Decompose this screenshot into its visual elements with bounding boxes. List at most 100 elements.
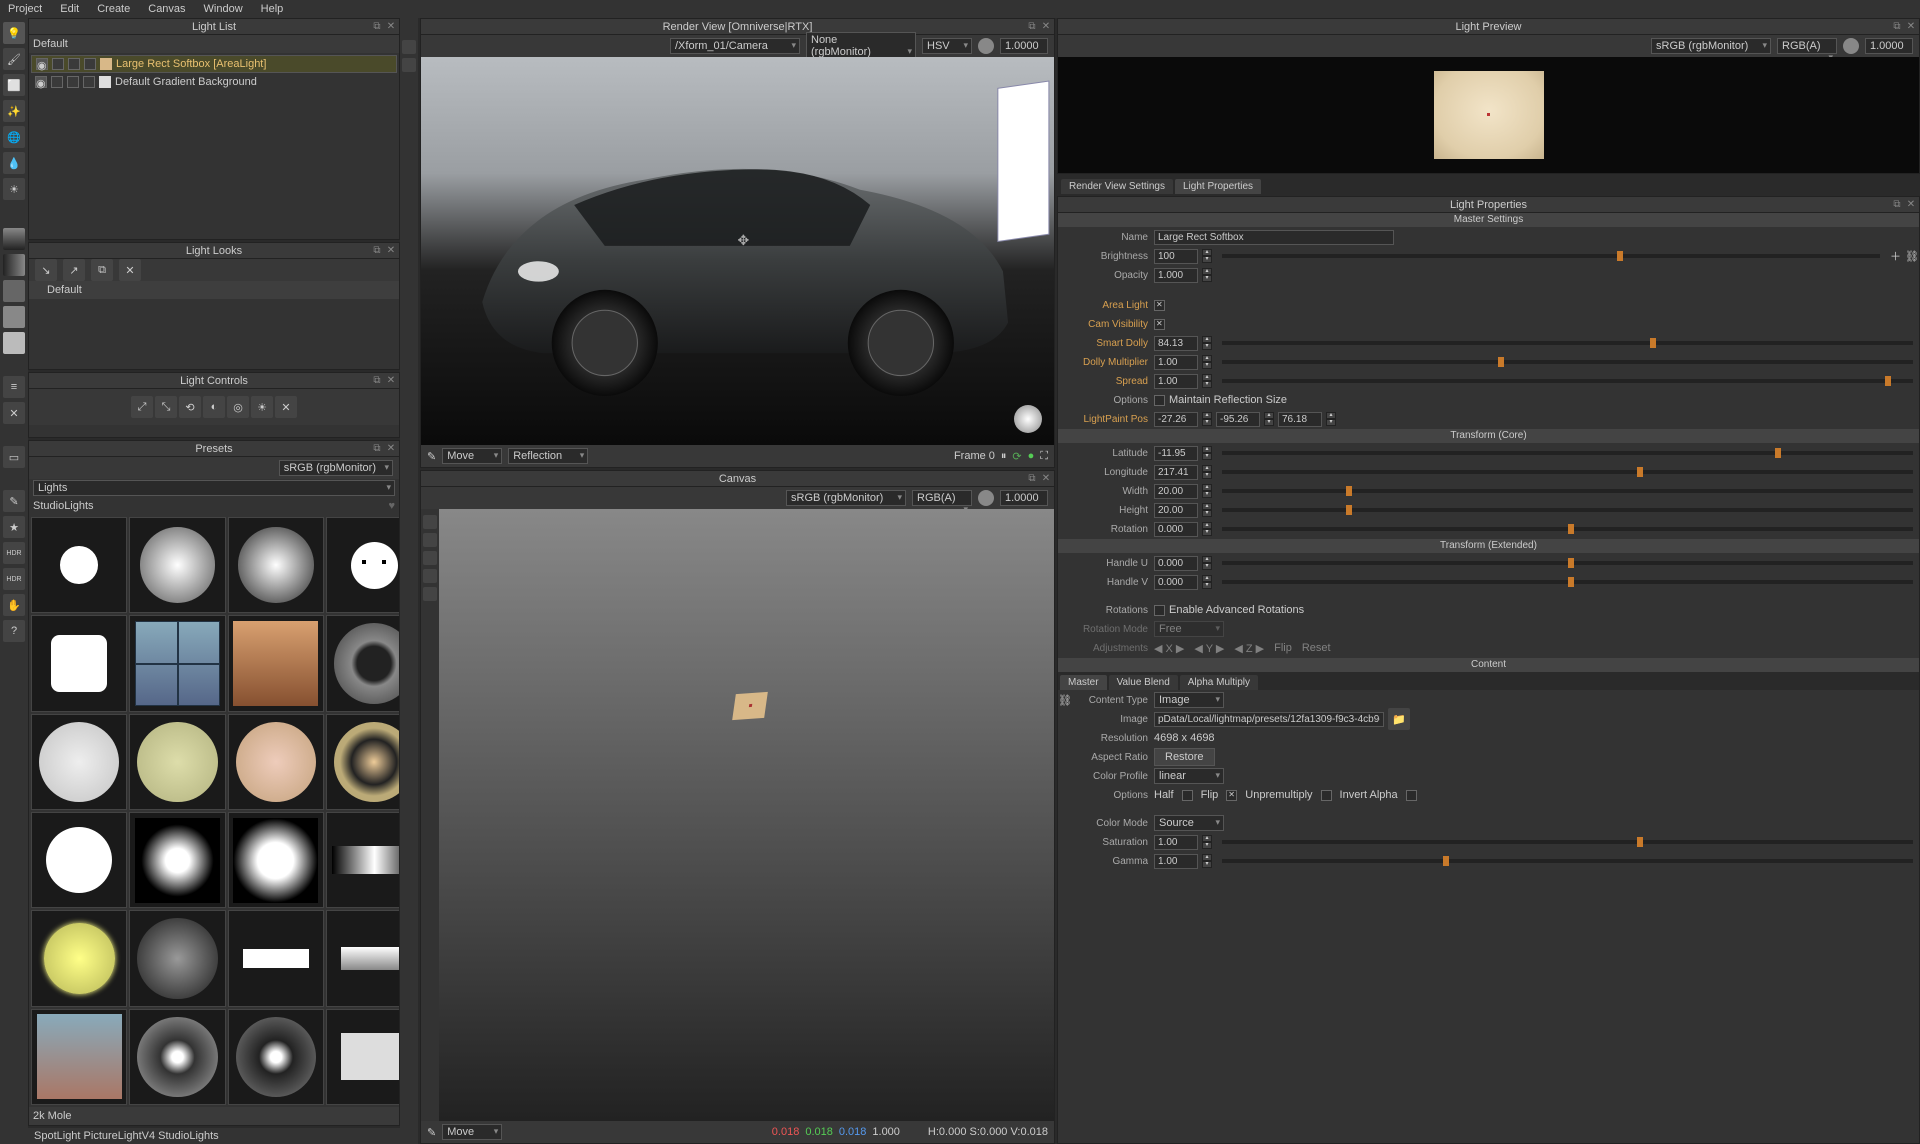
spinner[interactable]: ▴▾ <box>1202 575 1212 589</box>
tool-eyedrop-icon[interactable]: ✎ <box>427 450 436 463</box>
tool-grad2-icon[interactable] <box>3 254 25 276</box>
sat-slider[interactable] <box>1222 840 1913 844</box>
undock-icon[interactable]: ⧉ <box>1891 21 1903 33</box>
undock-icon[interactable]: ⧉ <box>1891 199 1903 211</box>
record-icon[interactable]: ● <box>1028 450 1035 462</box>
brightness-field[interactable] <box>1154 249 1198 264</box>
tab-master[interactable]: Master <box>1060 675 1107 690</box>
half-checkbox[interactable] <box>1182 790 1193 801</box>
vp-pointer-icon[interactable] <box>402 58 416 72</box>
preset-cat-label[interactable]: StudioLights <box>33 500 94 512</box>
opacity-field[interactable] <box>1154 268 1198 283</box>
preset-thumb[interactable] <box>31 910 127 1006</box>
spinner[interactable]: ▴▾ <box>1326 412 1336 426</box>
tab-valueblend[interactable]: Value Blend <box>1109 675 1178 690</box>
preset-thumb[interactable] <box>129 517 225 613</box>
advrot-checkbox[interactable] <box>1154 605 1165 616</box>
preset-thumb[interactable] <box>129 812 225 908</box>
aperture-icon[interactable] <box>1843 38 1859 54</box>
preset-thumb[interactable] <box>31 615 127 711</box>
cv-grid-icon[interactable] <box>423 587 437 601</box>
vp-brush-icon[interactable] <box>402 40 416 54</box>
expand-icon[interactable]: ⛶ <box>1040 450 1048 463</box>
refresh-icon[interactable]: ⟳ <box>1012 450 1021 463</box>
preset-thumb[interactable] <box>129 714 225 810</box>
aperture-icon[interactable] <box>978 490 994 506</box>
preset-thumb[interactable] <box>31 517 127 613</box>
undock-icon[interactable]: ⧉ <box>371 21 383 33</box>
light-list-item[interactable]: ◉ Default Gradient Background <box>31 73 397 91</box>
looks-delete-icon[interactable]: ✕ <box>119 259 141 281</box>
tool-hand-icon[interactable]: ✋ <box>3 594 25 616</box>
render-viewport[interactable]: ✥ <box>421 57 1054 445</box>
looks-remove-icon[interactable]: ↗ <box>63 259 85 281</box>
spinner[interactable]: ▴▾ <box>1202 412 1212 426</box>
preset-thumb[interactable] <box>326 714 399 810</box>
spinner[interactable]: ▴▾ <box>1202 556 1212 570</box>
tool-eyedrop-icon[interactable]: ✎ <box>427 1126 436 1139</box>
tool-help-icon[interactable]: ? <box>3 620 25 642</box>
tool-hdr2-icon[interactable]: HDR <box>3 568 25 590</box>
preset-thumb[interactable] <box>326 910 399 1006</box>
section-transform-ext[interactable]: Transform (Extended) <box>1058 539 1919 553</box>
preset-thumb[interactable] <box>228 714 324 810</box>
lock-icon[interactable] <box>68 58 80 70</box>
aperture-icon[interactable] <box>978 38 994 54</box>
gamma-field[interactable] <box>1154 854 1198 869</box>
tool-star-icon[interactable]: ★ <box>3 516 25 538</box>
close-icon[interactable]: ✕ <box>385 21 397 33</box>
tool-lights-icon[interactable]: 💡 <box>3 22 25 44</box>
undock-icon[interactable]: ⧉ <box>1026 21 1038 33</box>
looks-copy-icon[interactable]: ⧉ <box>91 259 113 281</box>
preview-exposure-field[interactable]: 1.0000 <box>1865 38 1913 54</box>
paintpos-x[interactable] <box>1154 412 1198 427</box>
spinner[interactable]: ▴▾ <box>1202 355 1212 369</box>
sat-field[interactable] <box>1154 835 1198 850</box>
canvas-exposure-field[interactable]: 1.0000 <box>1000 490 1048 506</box>
link-icon[interactable]: ⛓ <box>1905 250 1919 263</box>
canvas-light-rect[interactable] <box>732 691 768 719</box>
spinner[interactable]: ▴▾ <box>1202 374 1212 388</box>
add-icon[interactable]: ＋ <box>1890 248 1901 264</box>
spread-slider[interactable] <box>1222 379 1913 383</box>
spinner[interactable]: ▴▾ <box>1202 835 1212 849</box>
undock-icon[interactable]: ⧉ <box>371 443 383 455</box>
preset-thumb[interactable] <box>31 1009 127 1105</box>
preview-ch-dropdown[interactable]: RGB(A) <box>1777 38 1837 54</box>
camvis-checkbox[interactable] <box>1154 319 1165 330</box>
preset-thumb[interactable] <box>326 1009 399 1105</box>
spinner[interactable]: ▴▾ <box>1264 412 1274 426</box>
colorprofile-dropdown[interactable]: linear <box>1154 768 1224 784</box>
tool-layers-icon[interactable]: ≡ <box>3 376 25 398</box>
tool-brush-icon[interactable]: 🖌 <box>3 48 25 70</box>
preview-viewport[interactable] <box>1058 57 1919 173</box>
close-icon[interactable]: ✕ <box>1040 473 1052 485</box>
section-master[interactable]: Master Settings <box>1058 213 1919 227</box>
mode-dropdown[interactable]: HSV <box>922 38 972 54</box>
menu-help[interactable]: Help <box>261 3 284 15</box>
width-slider[interactable] <box>1222 489 1913 493</box>
menu-project[interactable]: Project <box>8 3 42 15</box>
preview-cs-dropdown[interactable]: sRGB (rgbMonitor) <box>1651 38 1771 54</box>
undock-icon[interactable]: ⧉ <box>371 375 383 387</box>
look-item[interactable]: Default <box>29 281 399 299</box>
preset-thumb[interactable] <box>228 1009 324 1105</box>
canvas-tool-dropdown[interactable]: Move <box>442 1124 502 1140</box>
camera-dropdown[interactable]: /Xform_01/Camera <box>670 38 800 54</box>
preset-thumb[interactable] <box>326 812 399 908</box>
preset-thumb[interactable] <box>326 517 399 613</box>
canvas-cs-dropdown[interactable]: sRGB (rgbMonitor) <box>786 490 906 506</box>
invalpha-checkbox[interactable] <box>1406 790 1417 801</box>
close-icon[interactable]: ✕ <box>1905 199 1917 211</box>
long-slider[interactable] <box>1222 470 1913 474</box>
preset-thumb[interactable] <box>129 910 225 1006</box>
rot-slider[interactable] <box>1222 527 1913 531</box>
width-field[interactable] <box>1154 484 1198 499</box>
preset-thumb[interactable] <box>129 615 225 711</box>
menu-window[interactable]: Window <box>204 3 243 15</box>
colormode-dropdown[interactable]: Source <box>1154 815 1224 831</box>
tool-globe-icon[interactable]: 🌐 <box>3 126 25 148</box>
looks-add-icon[interactable]: ↘ <box>35 259 57 281</box>
paintpos-z[interactable] <box>1278 412 1322 427</box>
dollymult-field[interactable] <box>1154 355 1198 370</box>
